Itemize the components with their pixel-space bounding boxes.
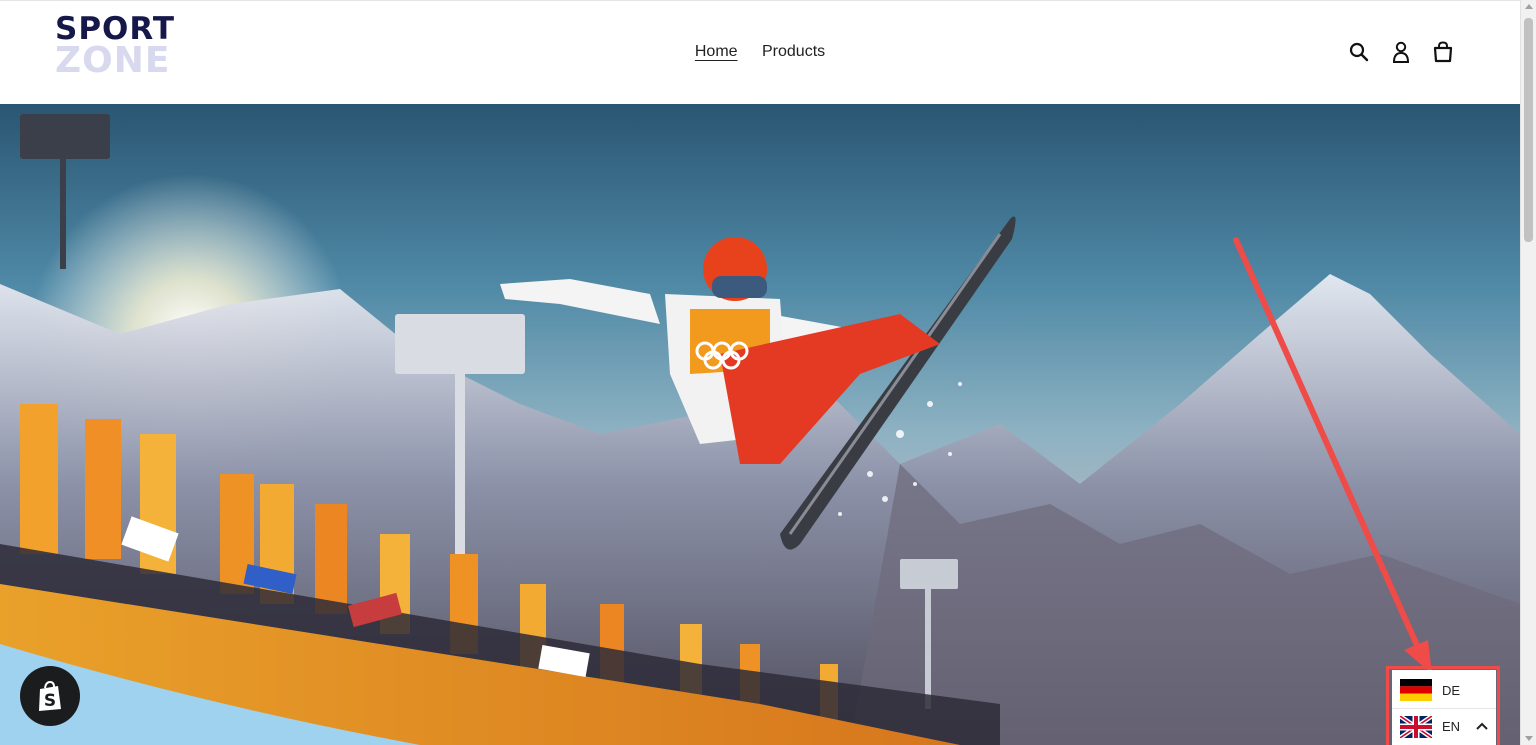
hero-illustration xyxy=(0,114,1520,745)
shopify-badge[interactable]: S xyxy=(20,666,80,726)
scroll-thumb[interactable] xyxy=(1524,18,1533,242)
nav-item-products[interactable]: Products xyxy=(762,43,825,61)
uk-flag-icon xyxy=(1400,715,1432,738)
scroll-up-arrow-icon[interactable] xyxy=(1525,4,1533,9)
language-label-de: DE xyxy=(1442,682,1461,698)
site-header: SPORT ZONE Home Products xyxy=(0,0,1520,104)
shopify-bag-icon: S xyxy=(39,680,61,711)
search-icon[interactable] xyxy=(1348,39,1370,65)
cart-icon[interactable] xyxy=(1432,39,1454,65)
account-icon[interactable] xyxy=(1390,39,1412,65)
germany-flag-icon xyxy=(1400,679,1432,701)
header-icons xyxy=(1348,39,1454,65)
page-scrollbar[interactable] xyxy=(1520,0,1536,745)
language-option-en[interactable]: EN xyxy=(1392,708,1496,744)
language-label-en: EN xyxy=(1442,719,1461,734)
scroll-down-arrow-icon[interactable] xyxy=(1525,736,1533,741)
nav-item-home[interactable]: Home xyxy=(695,43,738,61)
chevron-up-icon[interactable] xyxy=(1476,722,1488,730)
main-nav: Home Products xyxy=(0,43,1520,61)
language-switcher: DE EN xyxy=(1392,670,1496,745)
hero-banner[interactable] xyxy=(0,104,1520,745)
language-option-de[interactable]: DE xyxy=(1392,672,1496,708)
svg-text:S: S xyxy=(44,691,56,711)
